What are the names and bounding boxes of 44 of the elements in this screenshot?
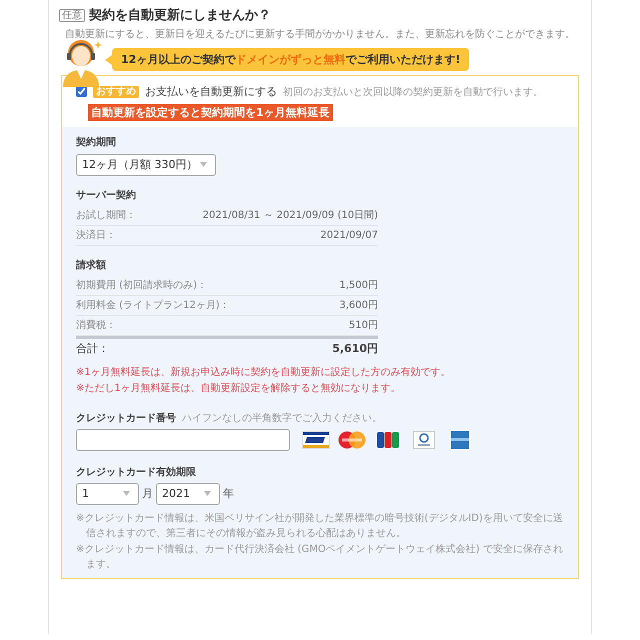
row-value: 2021/08/31 ～ 2021/09/09 (10日間) <box>202 208 378 222</box>
row-value: 1,500円 <box>339 278 378 292</box>
auto-renew-label[interactable]: お支払いを自動更新にする <box>145 84 277 99</box>
card-number-field[interactable] <box>76 428 290 450</box>
section-description: 自動更新にすると、更新日を迎えるたびに更新する手間がかかりません。また、更新忘れを防ぐことができます。 <box>65 28 576 41</box>
caret-icon <box>200 162 207 167</box>
row-value: 510円 <box>348 318 378 332</box>
month-dropdown[interactable]: 1 <box>76 482 139 504</box>
field-label: 契約期間 <box>76 136 117 149</box>
row-label: 決済日： <box>76 228 116 242</box>
row-label: お試し期間： <box>76 208 136 222</box>
row-label: 初期費用 (初回請求時のみ)： <box>76 278 207 292</box>
notice-text: ※1ヶ月無料延長は、新規お申込み時に契約を自動更新に設定した方のみ有効です。 <box>76 366 452 380</box>
circle-card-icon <box>410 430 438 448</box>
total-label: 合計： <box>76 340 109 356</box>
striped-card-icon <box>302 430 330 448</box>
promo-banner: 12ヶ月以上のご契約で ドメインがずっと無料でご利用いただけます! <box>112 48 470 71</box>
tricolor-card-icon <box>374 430 402 448</box>
optional-badge: 任意 <box>59 8 85 22</box>
field-hint: ハイフンなしの半角数字でご入力ください。 <box>182 412 382 424</box>
row-label: 消費税： <box>76 318 116 332</box>
caret-icon <box>204 491 211 496</box>
year-dropdown[interactable]: 2021 <box>156 482 220 504</box>
auto-renew-note: 初回のお支払いと次回以降の契約更新を自動で行います。 <box>283 86 543 98</box>
auto-renew-checkbox[interactable] <box>76 86 87 97</box>
notice-text: ※ただし1ヶ月無料延長は、自動更新設定を解除すると無効になります。 <box>76 382 402 396</box>
total-value: 5,610円 <box>332 340 378 356</box>
footnote-text: ※クレジットカード情報は、カード代行決済会社 (GMOペイメントゲートウェイ株式会社) で安全に保存されます。 <box>76 542 564 572</box>
period-dropdown[interactable]: 12ヶ月（月額 330円） <box>76 154 216 176</box>
unit-label: 年 <box>223 486 234 501</box>
row-value: 2021/09/07 <box>320 228 378 242</box>
section-heading: サーバー契約 <box>76 188 137 202</box>
section-title: 契約を自動更新にしませんか？ <box>89 6 271 24</box>
field-label: クレジットカード有効期限 <box>76 466 197 478</box>
unit-label: 月 <box>142 486 153 501</box>
row-value: 3,600円 <box>339 298 378 312</box>
overlapping-circles-icon <box>338 430 366 448</box>
caret-icon <box>123 491 130 496</box>
recommended-badge: おすすめ <box>93 86 139 98</box>
row-label: 利用料金 (ライトプラン12ヶ月)： <box>76 298 230 312</box>
footnote-text: ※クレジットカード情報は、米国ベリサイン社が開発した業界標準の暗号技術(デジタルID)を用いて安全に送信されますので、第三者にその情報が盗み見られる心配はありません。 <box>76 512 564 540</box>
extension-banner: 自動更新を設定すると契約期間を1ヶ月無料延長 <box>88 104 333 121</box>
field-label: クレジットカード番号 <box>76 412 176 424</box>
section-heading: 請求額 <box>76 258 107 272</box>
